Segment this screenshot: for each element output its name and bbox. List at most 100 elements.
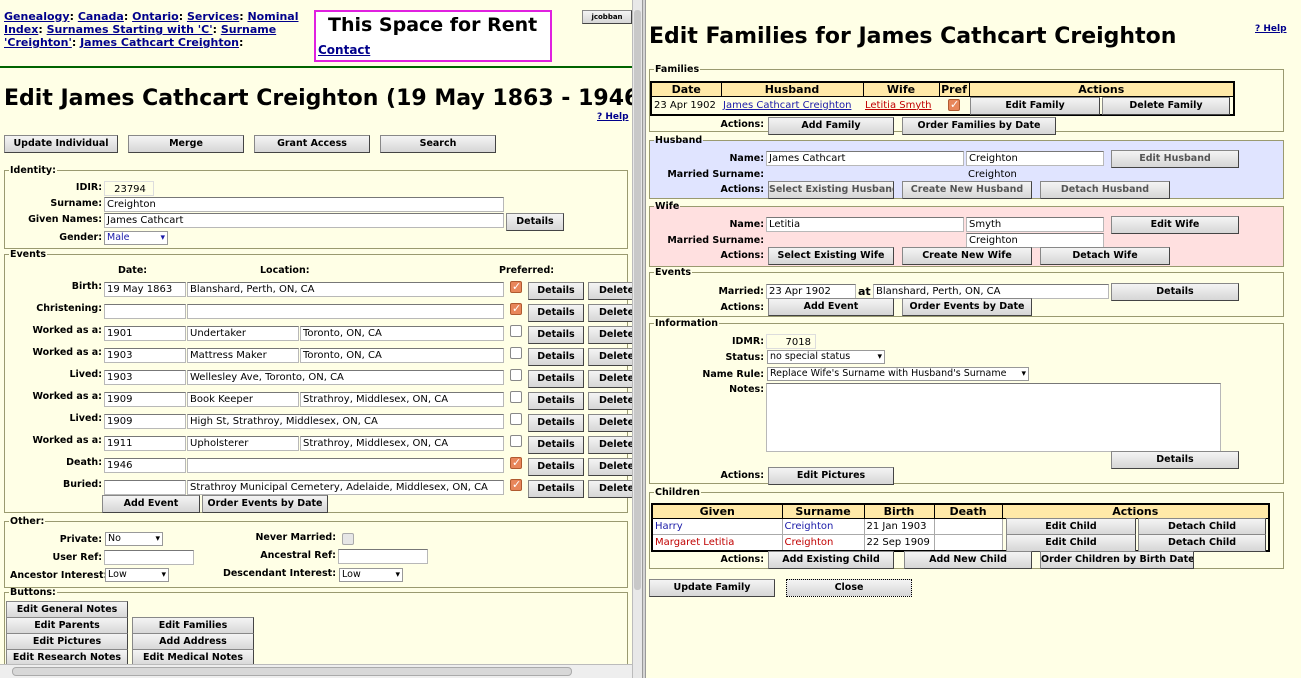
ancestor-interest-select[interactable]: Low: [105, 568, 169, 582]
private-select[interactable]: No: [105, 532, 163, 546]
never-married-checkbox[interactable]: [342, 533, 354, 545]
add-family-button[interactable]: Add Family: [768, 117, 894, 135]
breadcrumb-canada[interactable]: Canada: [78, 10, 124, 23]
event-delete-button[interactable]: Delete: [588, 480, 632, 498]
user-ref-input[interactable]: [104, 550, 194, 565]
event-location-input[interactable]: [187, 304, 504, 319]
event-location-input[interactable]: Toronto, ON, CA: [300, 348, 504, 363]
edit-family-button[interactable]: Edit Family: [970, 97, 1100, 115]
ancestral-ref-input[interactable]: [338, 549, 428, 564]
event-date-input[interactable]: 1909: [104, 414, 186, 429]
family-pref-checkbox[interactable]: [948, 98, 960, 111]
breadcrumb-services[interactable]: Services: [187, 10, 239, 23]
child-given[interactable]: Margaret Letitia: [651, 534, 783, 551]
breadcrumb-ontario[interactable]: Ontario: [132, 10, 179, 23]
preferred-checkbox[interactable]: [510, 413, 522, 425]
event-date-input[interactable]: 1903: [104, 348, 186, 363]
child-birth[interactable]: 22 Sep 1909: [863, 534, 935, 551]
event-date-input[interactable]: [104, 304, 186, 319]
wife-surname-input[interactable]: Smyth: [966, 217, 1104, 232]
husband-given-input[interactable]: James Cathcart: [766, 151, 964, 166]
detach-wife-button[interactable]: Detach Wife: [1040, 247, 1170, 265]
event-details-button[interactable]: Details: [528, 370, 584, 388]
gender-select[interactable]: Male: [104, 231, 168, 245]
event-location-input[interactable]: Strathroy, Middlesex, ON, CA: [300, 392, 504, 407]
event-delete-button[interactable]: Delete: [588, 370, 632, 388]
add-event-button[interactable]: Add Event: [102, 495, 200, 513]
breadcrumb-surnames[interactable]: Surnames Starting with 'C': [47, 23, 213, 36]
event-date-input[interactable]: 1903: [104, 370, 186, 385]
breadcrumb-genealogy[interactable]: Genealogy: [4, 10, 70, 23]
search-button[interactable]: Search: [380, 135, 496, 153]
horizontal-scrollbar[interactable]: [0, 664, 632, 678]
contact-link[interactable]: Contact: [318, 43, 370, 57]
select-existing-wife-button[interactable]: Select Existing Wife: [768, 247, 894, 265]
child-birth[interactable]: 21 Jan 1903: [863, 518, 935, 535]
identity-details-button[interactable]: Details: [506, 213, 564, 231]
event-details-button[interactable]: Details: [528, 458, 584, 476]
preferred-checkbox[interactable]: [510, 391, 522, 403]
married-details-button[interactable]: Details: [1111, 283, 1239, 301]
surname-input[interactable]: Creighton: [104, 197, 504, 212]
detach-husband-button[interactable]: Detach Husband: [1040, 181, 1170, 199]
order-children-button[interactable]: Order Children by Birth Date: [1040, 551, 1194, 569]
edit-pictures-family-button[interactable]: Edit Pictures: [768, 467, 894, 485]
child-surname[interactable]: Creighton: [781, 534, 865, 551]
event-delete-button[interactable]: Delete: [588, 282, 632, 300]
notes-details-button[interactable]: Details: [1111, 451, 1239, 469]
breadcrumb-person[interactable]: James Cathcart Creighton: [80, 36, 239, 49]
preferred-checkbox[interactable]: [510, 280, 522, 293]
event-date-input[interactable]: 1946: [104, 458, 186, 473]
preferred-checkbox[interactable]: [510, 435, 522, 447]
user-button[interactable]: jcobban: [582, 10, 632, 24]
event-location-input[interactable]: Strathroy, Middlesex, ON, CA: [300, 436, 504, 451]
preferred-checkbox[interactable]: [510, 369, 522, 381]
wife-given-input[interactable]: Letitia: [766, 217, 964, 232]
preferred-checkbox[interactable]: [510, 478, 522, 491]
event-location-input[interactable]: Toronto, ON, CA: [300, 326, 504, 341]
child-death[interactable]: [933, 518, 1003, 535]
family-order-events-button[interactable]: Order Events by Date: [902, 298, 1032, 316]
family-add-event-button[interactable]: Add Event: [768, 298, 894, 316]
event-delete-button[interactable]: Delete: [588, 436, 632, 454]
event-date-input[interactable]: 1911: [104, 436, 186, 451]
grant-access-button[interactable]: Grant Access: [254, 135, 370, 153]
event-details-button[interactable]: Details: [528, 326, 584, 344]
preferred-checkbox[interactable]: [510, 456, 522, 469]
select-existing-husband-button[interactable]: Select Existing Husband: [768, 181, 894, 199]
add-new-child-button[interactable]: Add New Child: [904, 551, 1032, 569]
married-date-input[interactable]: 23 Apr 1902: [766, 284, 856, 299]
update-family-button[interactable]: Update Family: [649, 579, 775, 597]
event-details-button[interactable]: Details: [528, 392, 584, 410]
event-date-input[interactable]: 1901: [104, 326, 186, 341]
vertical-scrollbar-thumb[interactable]: [634, 10, 641, 590]
event-details-button[interactable]: Details: [528, 436, 584, 454]
event-location-input[interactable]: Blanshard, Perth, ON, CA: [187, 282, 504, 297]
event-details-button[interactable]: Details: [528, 480, 584, 498]
married-location-input[interactable]: Blanshard, Perth, ON, CA: [873, 284, 1109, 299]
delete-family-button[interactable]: Delete Family: [1102, 97, 1230, 115]
event-occupation-input[interactable]: Undertaker: [187, 326, 299, 341]
wife-married-surname-input[interactable]: Creighton: [966, 233, 1104, 248]
preferred-checkbox[interactable]: [510, 302, 522, 315]
event-delete-button[interactable]: Delete: [588, 326, 632, 344]
add-existing-child-button[interactable]: Add Existing Child: [768, 551, 894, 569]
preferred-checkbox[interactable]: [510, 347, 522, 359]
create-new-husband-button[interactable]: Create New Husband: [902, 181, 1032, 199]
event-details-button[interactable]: Details: [528, 414, 584, 432]
families-help-link[interactable]: ? Help: [1255, 24, 1287, 34]
family-wife-link[interactable]: Letitia Smyth: [865, 100, 932, 111]
edit-child-button[interactable]: Edit Child: [1006, 534, 1136, 552]
event-details-button[interactable]: Details: [528, 304, 584, 322]
notes-textarea[interactable]: [766, 383, 1221, 452]
name-rule-select[interactable]: Replace Wife's Surname with Husband's Su…: [767, 367, 1029, 381]
update-individual-button[interactable]: Update Individual: [4, 135, 118, 153]
event-delete-button[interactable]: Delete: [588, 414, 632, 432]
event-occupation-input[interactable]: Mattress Maker: [187, 348, 299, 363]
scrollbar-thumb[interactable]: [12, 667, 572, 676]
event-date-input[interactable]: 1909: [104, 392, 186, 407]
child-surname[interactable]: Creighton: [781, 518, 865, 535]
event-delete-button[interactable]: Delete: [588, 458, 632, 476]
given-names-input[interactable]: James Cathcart: [104, 213, 504, 228]
event-occupation-input[interactable]: Upholsterer: [187, 436, 299, 451]
